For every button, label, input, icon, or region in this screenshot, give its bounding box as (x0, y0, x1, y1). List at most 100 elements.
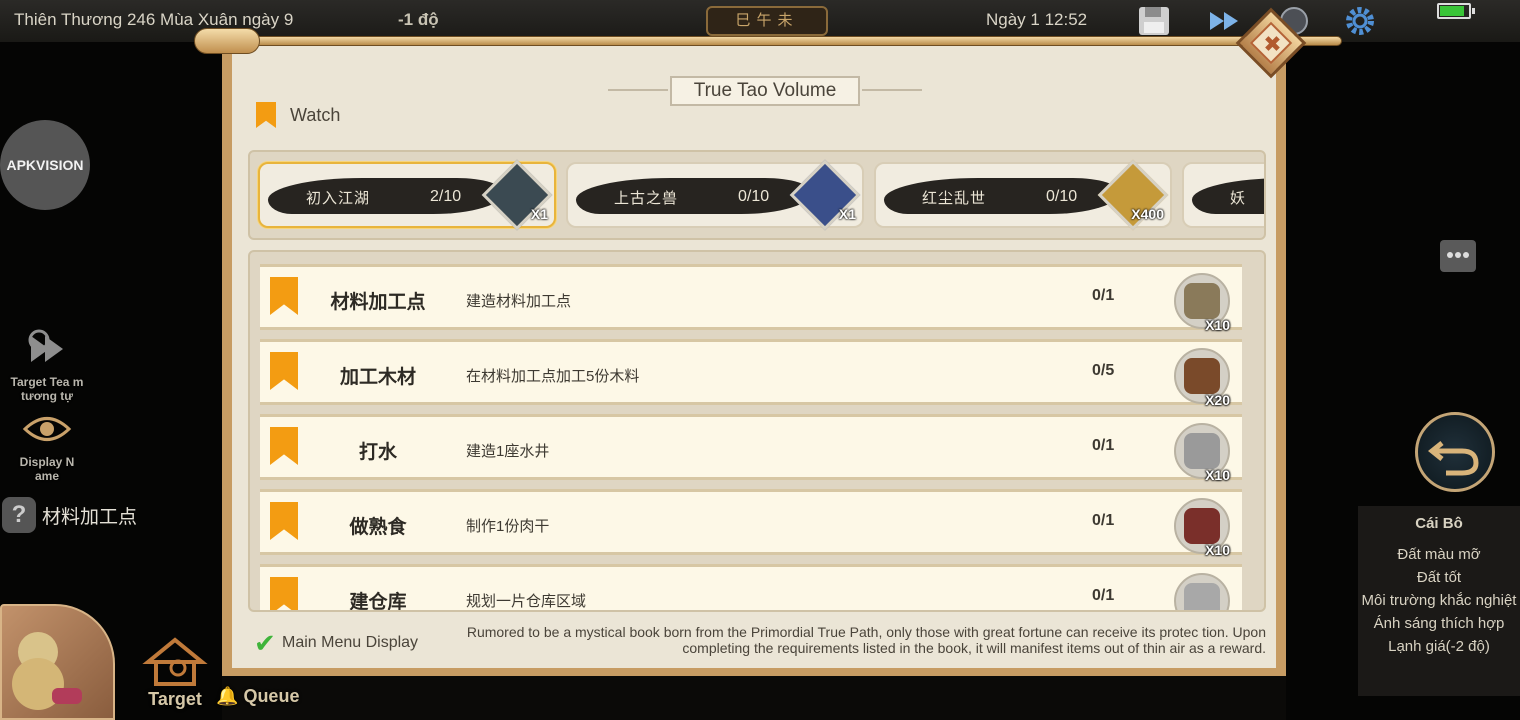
book-description: Rumored to be a mystical book born from … (466, 624, 1266, 656)
bell-icon: 🔔 (216, 686, 239, 706)
task-row[interactable]: 加工木材 在材料加工点加工5份木料 0/5 X20 (260, 339, 1242, 408)
task-name: 做熟食 (349, 517, 407, 538)
chapter-tab[interactable]: 妖 (1182, 162, 1264, 228)
bookmark-icon (270, 427, 298, 465)
true-tao-volume-panel: True Tao Volume Watch 初入江湖 2/10 X1 上古之兽 … (222, 44, 1286, 676)
bookmark-icon (270, 352, 298, 390)
watch-label: Watch (290, 104, 341, 125)
scroll-rod (222, 36, 1342, 46)
wood-log-icon (1184, 358, 1220, 394)
task-progress: 0/1 (1092, 437, 1115, 454)
chapter-tab[interactable]: 上古之兽 0/10 X1 (566, 159, 864, 231)
task-row[interactable]: 做熟食 制作1份肉干 0/1 X10 (260, 489, 1242, 558)
task-reward-slot[interactable]: X10 (1174, 423, 1230, 483)
task-reward-count: X10 (1205, 467, 1230, 483)
bookmark-icon (256, 102, 276, 128)
brush-stroke (576, 178, 812, 214)
jerky-icon (1184, 508, 1220, 544)
ore-icon (1184, 283, 1220, 319)
fast-forward-icon (28, 329, 63, 362)
target-button[interactable]: Target (142, 636, 208, 710)
task-reward-slot[interactable]: X10 (1174, 273, 1230, 333)
target-team-button[interactable]: Target Tea m tương tự (10, 326, 84, 403)
current-quest-text: 材料加工点 (42, 506, 138, 528)
task-name: 材料加工点 (330, 292, 426, 313)
task-progress: 0/1 (1092, 587, 1115, 604)
close-plate: ✖ (1249, 21, 1293, 65)
soil-line: Đất tốt (1416, 569, 1462, 586)
chapter-reward-count: X400 (1131, 206, 1164, 222)
task-description: 建造1座水井 (466, 443, 550, 460)
task-description: 在材料加工点加工5份木料 (466, 368, 640, 385)
soil-line: Ánh sáng thích hợp (1373, 615, 1505, 632)
temperature-text: -1 độ (398, 10, 439, 29)
checkmark-icon: ✔ (254, 628, 276, 658)
chapter-progress: 0/10 (738, 188, 770, 205)
chapter-progress: 2/10 (430, 188, 462, 205)
watch-toggle[interactable]: Watch (256, 102, 340, 128)
return-arrow-icon (1427, 441, 1479, 476)
day-time-text: Ngày 1 12:52 (986, 10, 1088, 29)
chat-bubble-icon[interactable] (1440, 240, 1476, 272)
task-reward-count: X20 (1205, 392, 1230, 408)
chapter-tab[interactable]: 初入江湖 2/10 X1 (258, 159, 556, 231)
title-ornament-left (608, 89, 668, 91)
soil-line: Lạnh giá(-2 độ) (1388, 638, 1490, 655)
bookmark-icon (270, 502, 298, 540)
task-list: 材料加工点 建造材料加工点 0/1 X10 加工木材 在材料加工点加工5份木料 … (248, 250, 1266, 612)
chapter-name: 妖 (1230, 190, 1247, 207)
task-reward-count: X10 (1205, 542, 1230, 558)
display-name-button[interactable]: Display N ame (10, 406, 84, 483)
brush-stroke (1192, 178, 1264, 214)
bookmark-icon (270, 277, 298, 315)
chapter-name: 上古之兽 (614, 190, 679, 207)
queue-button[interactable]: 🔔 Queue (216, 686, 299, 707)
task-name: 建仓库 (349, 592, 407, 612)
chapter-progress: 0/10 (1046, 188, 1078, 205)
display-name-label: Display N ame (19, 455, 75, 483)
soil-info-panel: Cái Bô Đất màu mỡ Đất tốt Môi trường khắ… (1358, 506, 1520, 696)
task-progress: 0/1 (1092, 287, 1115, 304)
chapter-tab[interactable]: 红尘乱世 0/10 X400 (874, 159, 1172, 231)
question-mark-icon: ? (2, 497, 36, 533)
house-magnifier-icon (142, 637, 208, 686)
back-button[interactable] (1415, 412, 1495, 492)
task-reward-slot[interactable]: X10 (1174, 498, 1230, 558)
task-name: 打水 (358, 442, 397, 463)
main-menu-display-checkbox[interactable]: ✔ Main Menu Display (254, 628, 419, 658)
chapter-name: 初入江湖 (306, 190, 371, 207)
watermark-badge: APKVISION (0, 120, 90, 210)
task-reward-slot[interactable] (1174, 573, 1230, 610)
stone-block-icon (1184, 433, 1220, 469)
scroll-rod-top (182, 28, 1362, 54)
main-menu-display-label: Main Menu Display (282, 634, 419, 651)
target-label: Target (148, 689, 202, 709)
task-row[interactable]: 打水 建造1座水井 0/1 X10 (260, 414, 1242, 483)
eye-icon (22, 417, 72, 441)
task-reward-slot[interactable]: X20 (1174, 348, 1230, 408)
chapter-tabs: 初入江湖 2/10 X1 上古之兽 0/10 X1 红尘乱世 0/10 X400… (248, 150, 1266, 240)
stone-slab-icon (1184, 583, 1220, 610)
panel-title: True Tao Volume (670, 76, 860, 106)
close-icon: ✖ (1263, 31, 1282, 57)
scroll-knob (194, 28, 260, 54)
season-date-text: Thiên Thương 246 Mùa Xuân ngày 9 (14, 10, 294, 29)
battery-indicator (1437, 3, 1475, 19)
chapter-reward-count: X1 (530, 206, 548, 222)
task-row[interactable]: 建仓库 规划一片仓库区域 0/1 (260, 564, 1242, 612)
soil-line: Đất màu mỡ (1397, 546, 1481, 563)
chapter-reward-count: X1 (838, 206, 856, 222)
chapter-name: 红尘乱世 (922, 190, 987, 207)
task-description: 建造材料加工点 (466, 293, 572, 310)
task-progress: 0/5 (1092, 362, 1115, 379)
task-row[interactable]: 材料加工点 建造材料加工点 0/1 X10 (260, 264, 1242, 333)
gourd-portrait[interactable] (0, 604, 115, 720)
title-ornament-right (862, 89, 922, 91)
current-quest-tracker[interactable]: ? 材料加工点 (2, 496, 137, 534)
task-description: 制作1份肉干 (466, 518, 550, 535)
battery-fill (1440, 6, 1464, 16)
soil-title: Cái Bô (1415, 515, 1463, 532)
task-reward-count: X10 (1205, 317, 1230, 333)
brush-stroke (884, 178, 1120, 214)
task-progress: 0/1 (1092, 512, 1115, 529)
